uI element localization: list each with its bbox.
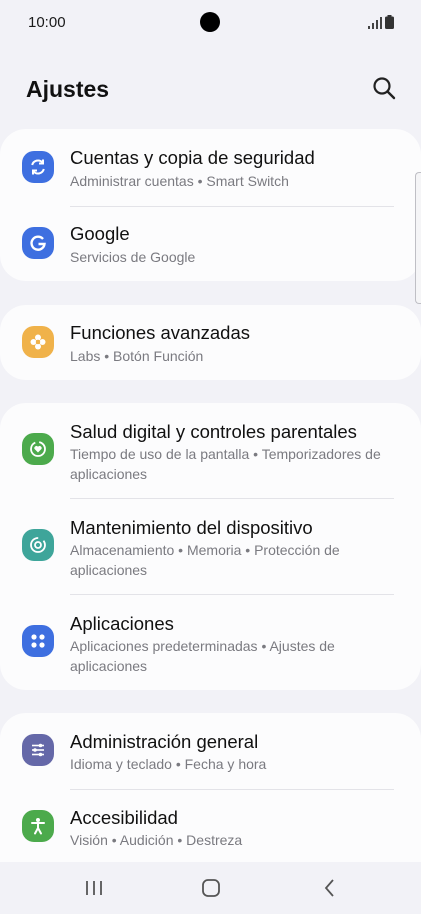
header: Ajustes (0, 64, 421, 114)
setting-item-advanced-features[interactable]: Funciones avanzadas Labs • Botón Función (0, 305, 421, 380)
heart-circle-icon (22, 433, 54, 465)
setting-item-device-care[interactable]: Mantenimiento del dispositivo Almacenami… (0, 499, 421, 594)
setting-item-subtitle: Visión • Audición • Destreza (70, 832, 243, 848)
camera-cutout (200, 12, 220, 32)
setting-item-accounts-backup[interactable]: Cuentas y copia de seguridad Administrar… (0, 129, 421, 206)
setting-item-subtitle: Administrar cuentas • Smart Switch (70, 173, 289, 189)
setting-item-title: Accesibilidad (70, 807, 178, 828)
back-icon (324, 879, 334, 897)
recents-button[interactable] (79, 876, 109, 900)
setting-item-title: Administración general (70, 731, 259, 752)
status-time: 10:00 (28, 14, 66, 31)
page-title: Ajustes (26, 76, 110, 102)
sync-icon (22, 151, 54, 183)
setting-item-title: Cuentas y copia de seguridad (70, 147, 315, 168)
setting-item-title: Salud digital y controles parentales (70, 421, 357, 442)
setting-item-google[interactable]: Google Servicios de Google (0, 207, 421, 281)
sliders-icon (22, 734, 54, 766)
setting-item-digital-wellbeing[interactable]: Salud digital y controles parentales Tie… (0, 403, 421, 498)
puzzle-gear-icon (22, 326, 54, 358)
accessibility-icon (22, 810, 54, 842)
apps-grid-icon (22, 625, 54, 657)
setting-item-subtitle: Aplicaciones predeterminadas • Ajustes d… (70, 638, 335, 674)
status-bar: 10:00 (0, 0, 421, 46)
home-icon (202, 879, 220, 897)
setting-item-title: Google (70, 223, 130, 244)
settings-group-advanced: Funciones avanzadas Labs • Botón Función (0, 305, 421, 380)
setting-item-accessibility[interactable]: Accesibilidad Visión • Audición • Destre… (0, 790, 421, 862)
signal-icon (368, 17, 382, 29)
settings-group-device: Salud digital y controles parentales Tie… (0, 403, 421, 690)
setting-item-title: Funciones avanzadas (70, 322, 250, 343)
setting-item-apps[interactable]: Aplicaciones Aplicaciones predeterminada… (0, 595, 421, 690)
edge-panel-handle[interactable] (415, 172, 421, 304)
battery-icon (385, 15, 394, 29)
care-icon (22, 529, 54, 561)
setting-item-subtitle: Idioma y teclado • Fecha y hora (70, 756, 267, 772)
navigation-bar (0, 862, 421, 914)
setting-item-title: Mantenimiento del dispositivo (70, 517, 313, 538)
home-button[interactable] (196, 876, 226, 900)
setting-item-subtitle: Tiempo de uso de la pantalla • Temporiza… (70, 446, 381, 482)
recents-icon (86, 881, 102, 895)
back-button[interactable] (315, 876, 345, 900)
settings-group-general: Administración general Idioma y teclado … (0, 713, 421, 862)
setting-item-general-management[interactable]: Administración general Idioma y teclado … (0, 713, 421, 789)
setting-item-subtitle: Servicios de Google (70, 249, 196, 265)
settings-group-accounts: Cuentas y copia de seguridad Administrar… (0, 129, 421, 281)
setting-item-subtitle: Labs • Botón Función (70, 348, 204, 364)
setting-item-subtitle: Almacenamiento • Memoria • Protección de… (70, 542, 340, 578)
google-icon (22, 227, 54, 259)
setting-item-title: Aplicaciones (70, 613, 174, 634)
search-icon[interactable] (370, 74, 398, 102)
